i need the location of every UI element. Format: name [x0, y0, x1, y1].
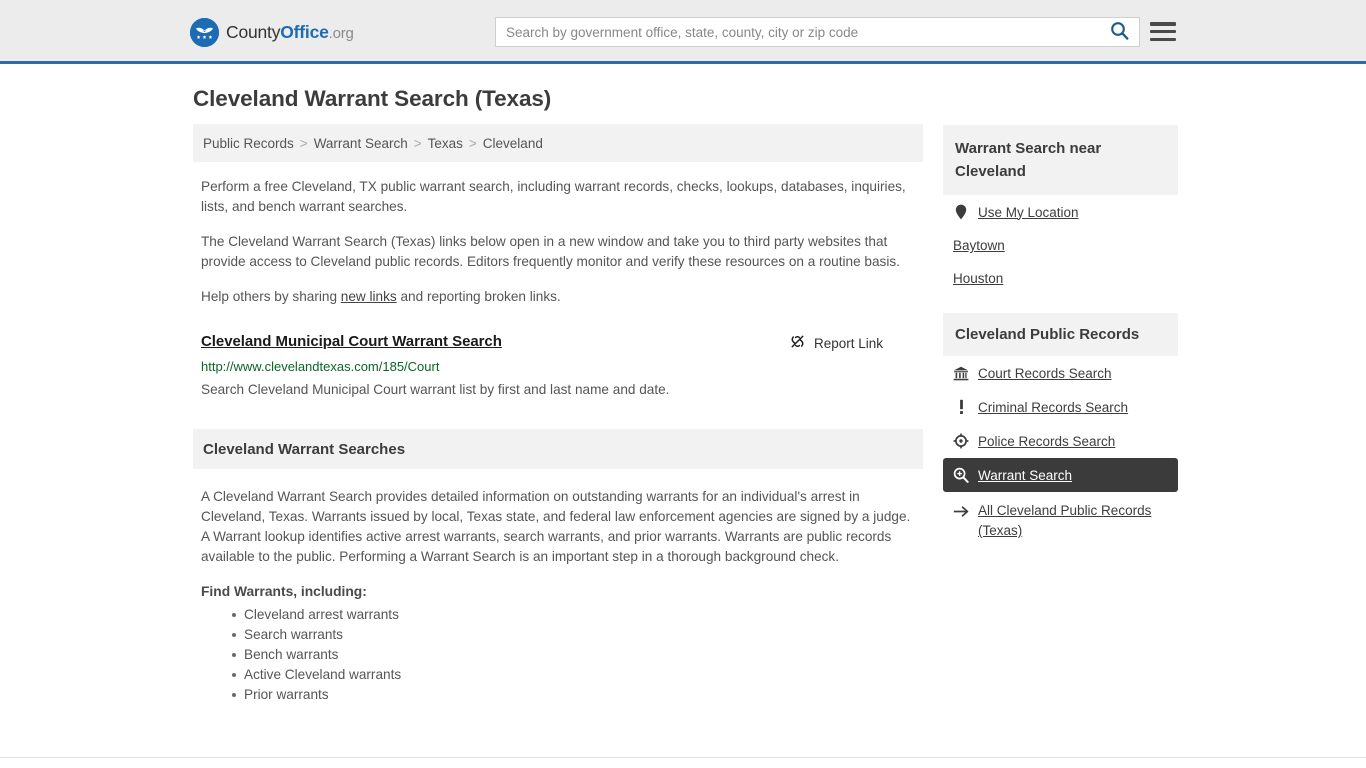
breadcrumb-item-cleveland[interactable]: Cleveland [483, 136, 543, 151]
sidebar-nearby-heading: Warrant Search near Cleveland [943, 125, 1178, 195]
sidebar-item-label[interactable]: Warrant Search [978, 468, 1072, 483]
main-column: Public Records > Warrant Search > Texas … [193, 124, 923, 705]
sidebar-item-label[interactable]: Houston [953, 271, 1003, 286]
sidebar-item-label[interactable]: All Cleveland Public Records (Texas) [978, 501, 1168, 541]
sidebar-item-label[interactable]: Use My Location [978, 205, 1079, 220]
sidebar-card-nearby: Warrant Search near Cleveland Use My Loc… [943, 125, 1178, 295]
sidebar-item-all-public-records[interactable]: All Cleveland Public Records (Texas) [943, 492, 1178, 550]
eagle-stars-seal-icon [190, 18, 219, 47]
sidebar-records-list: Court Records Search Criminal Records Se… [943, 356, 1178, 550]
sidebar-item-baytown[interactable]: Baytown [943, 229, 1178, 262]
intro-paragraph-1: Perform a free Cleveland, TX public warr… [201, 179, 906, 214]
page-root: CountyOffice.org Cleveland Warrant Searc… [0, 0, 1366, 768]
logo-text-office: Office [280, 22, 329, 42]
sidebar-item-label[interactable]: Police Records Search [978, 434, 1115, 449]
breadcrumb: Public Records > Warrant Search > Texas … [193, 124, 923, 162]
report-link-label: Report Link [813, 335, 883, 351]
search-input[interactable] [496, 18, 1099, 46]
content-container: Cleveland Warrant Search (Texas) Public … [188, 64, 1178, 705]
content-columns: Public Records > Warrant Search > Texas … [193, 124, 1178, 705]
result-description: Search Cleveland Municipal Court warrant… [201, 382, 670, 397]
hamburger-menu-icon[interactable] [1150, 19, 1176, 44]
sidebar-nearby-list: Use My Location Baytown Houston [943, 195, 1178, 295]
breadcrumb-item-public-records[interactable]: Public Records [203, 136, 294, 151]
section-paragraph: A Cleveland Warrant Search provides deta… [201, 489, 911, 564]
police-badge-icon [953, 433, 969, 449]
exclamation-icon [953, 399, 969, 415]
list-item: Active Cleveland warrants [232, 665, 915, 685]
breadcrumb-item-texas[interactable]: Texas [428, 136, 463, 151]
breadcrumb-separator: > [299, 135, 308, 151]
find-warrants-list: Cleveland arrest warrants Search warrant… [201, 605, 915, 705]
site-search[interactable] [495, 17, 1140, 47]
search-icon [1110, 21, 1129, 43]
intro-paragraph-2: The Cleveland Warrant Search (Texas) lin… [201, 234, 900, 269]
sidebar-item-warrant-search[interactable]: Warrant Search [943, 458, 1178, 492]
logo-text-org: .org [328, 25, 354, 42]
broken-link-icon [789, 333, 806, 353]
sidebar-item-houston[interactable]: Houston [943, 262, 1178, 295]
result-title-link[interactable]: Cleveland Municipal Court Warrant Search [201, 333, 502, 350]
sidebar-records-heading: Cleveland Public Records [943, 313, 1178, 356]
courthouse-icon [953, 365, 969, 381]
result-url: http://www.clevelandtexas.com/185/Court [201, 359, 440, 374]
share-prefix: Help others by sharing [201, 289, 341, 304]
site-header: CountyOffice.org [0, 0, 1366, 64]
hamburger-bar [1150, 29, 1176, 34]
list-item: Cleveland arrest warrants [232, 605, 915, 625]
footer-divider [0, 757, 1366, 758]
share-paragraph: Help others by sharing new links and rep… [193, 287, 923, 307]
hamburger-bar [1150, 22, 1176, 26]
sidebar-item-police-records-search[interactable]: Police Records Search [943, 424, 1178, 458]
search-result: Cleveland Municipal Court Warrant Search [193, 333, 923, 399]
sidebar-item-criminal-records-search[interactable]: Criminal Records Search [943, 390, 1178, 424]
sidebar-item-label[interactable]: Court Records Search [978, 366, 1112, 381]
magnifier-plus-icon [953, 467, 969, 483]
hamburger-bar [1150, 37, 1176, 41]
sidebar: Warrant Search near Cleveland Use My Loc… [943, 124, 1178, 562]
sidebar-item-use-my-location[interactable]: Use My Location [943, 195, 1178, 229]
site-logo[interactable]: CountyOffice.org [190, 18, 354, 47]
page-content: Cleveland Warrant Search (Texas) Public … [0, 64, 1366, 705]
find-warrants-heading: Find Warrants, including: [201, 584, 367, 599]
share-suffix: and reporting broken links. [396, 289, 561, 304]
section-body: A Cleveland Warrant Search provides deta… [193, 487, 923, 705]
map-pin-icon [953, 204, 969, 220]
search-button[interactable] [1099, 18, 1139, 46]
site-logo-text: CountyOffice.org [226, 22, 354, 43]
section-heading: Cleveland Warrant Searches [193, 429, 923, 469]
sidebar-item-label[interactable]: Criminal Records Search [978, 400, 1128, 415]
breadcrumb-separator: > [413, 135, 422, 151]
breadcrumb-separator: > [468, 135, 477, 151]
list-item: Prior warrants [232, 685, 915, 705]
sidebar-item-label[interactable]: Baytown [953, 238, 1005, 253]
list-item: Bench warrants [232, 645, 915, 665]
page-title: Cleveland Warrant Search (Texas) [193, 86, 552, 111]
sidebar-item-court-records-search[interactable]: Court Records Search [943, 356, 1178, 390]
arrow-right-icon [953, 503, 969, 519]
breadcrumb-item-warrant-search[interactable]: Warrant Search [314, 136, 408, 151]
logo-text-county: County [226, 22, 281, 42]
search-result-header: Cleveland Municipal Court Warrant Search [201, 333, 915, 353]
report-link-button[interactable]: Report Link [789, 333, 883, 353]
new-links-link[interactable]: new links [341, 289, 397, 304]
sidebar-card-public-records: Cleveland Public Records Court Records S… [943, 313, 1178, 550]
list-item: Search warrants [232, 625, 915, 645]
